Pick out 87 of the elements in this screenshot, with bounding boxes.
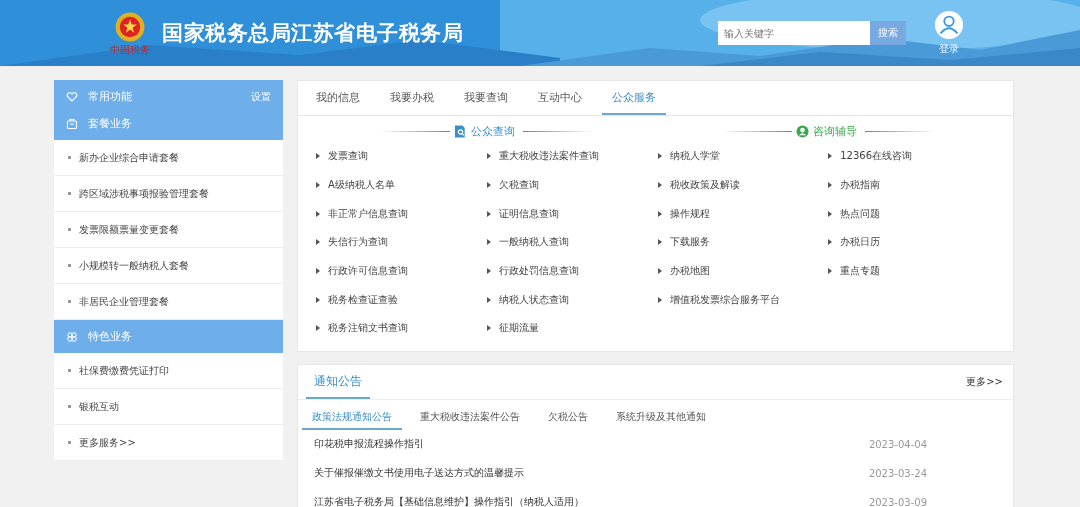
triangle-icon — [657, 153, 662, 160]
triangle-icon — [316, 210, 320, 217]
sidebar-item[interactable]: 跨区域涉税事项报验管理套餐 — [54, 176, 283, 212]
emblem-icon — [113, 10, 147, 44]
notice-link[interactable]: 印花税申报流程操作指引 — [314, 437, 424, 452]
service-link[interactable]: 12366在线咨询 — [840, 149, 913, 164]
nav-tab[interactable]: 我的信息 — [306, 81, 370, 115]
triangle-icon — [486, 182, 491, 189]
service-link[interactable]: 增值税发票综合服务平台 — [669, 292, 780, 307]
triangle-icon — [828, 182, 833, 189]
triangle-icon — [316, 296, 320, 303]
search-field[interactable]: 输入关键字 — [718, 21, 870, 45]
triangle-icon — [486, 153, 491, 160]
triangle-icon — [828, 239, 833, 246]
service-link[interactable]: 失信行为查询 — [328, 235, 388, 250]
sidebar-item[interactable]: 新办企业综合申请套餐 — [54, 140, 283, 176]
triangle-icon — [657, 296, 662, 303]
service-link[interactable]: 行政许可信息查询 — [328, 264, 408, 279]
emblem-caption: 中国税务 — [110, 44, 150, 56]
notice-date: 2023-03-09 — [868, 496, 927, 507]
sidebar-heading: 套餐业务 — [88, 116, 132, 131]
service-link[interactable]: 税务注销文书查询 — [328, 321, 408, 336]
sidebar-item[interactable]: 银税互动 — [54, 389, 283, 425]
notice-tab[interactable]: 政策法规通知公告 — [302, 405, 402, 430]
service-link[interactable]: 热点问题 — [840, 206, 881, 221]
nav-tab[interactable]: 公众服务 — [602, 81, 666, 115]
service-link[interactable]: 操作规程 — [669, 206, 710, 221]
service-link[interactable]: 证明信息查询 — [498, 206, 559, 221]
site-title: 国家税务总局江苏省电子税务局 — [162, 20, 463, 47]
service-link[interactable]: A级纳税人名单 — [328, 178, 395, 193]
service-link[interactable]: 税务检查证查验 — [328, 292, 398, 307]
sidebar-heading: 常用功能 — [88, 89, 132, 104]
service-link[interactable]: 纳税人状态查询 — [498, 292, 569, 307]
service-link[interactable]: 下载服务 — [669, 235, 710, 250]
triangle-icon — [486, 210, 491, 217]
service-link[interactable]: 欠税查询 — [498, 178, 539, 193]
bag-icon — [66, 117, 78, 130]
service-link[interactable]: 发票查询 — [328, 149, 368, 164]
service-link[interactable]: 办税指南 — [840, 178, 881, 193]
more-link[interactable]: 更多>> — [966, 374, 1003, 389]
service-link[interactable]: 非正常户信息查询 — [328, 206, 408, 221]
service-link[interactable]: 行政处罚信息查询 — [498, 264, 579, 279]
service-link[interactable]: 办税地图 — [669, 264, 710, 279]
section-heading: 咨询辅导 — [812, 123, 857, 139]
sidebar-heading: 特色业务 — [88, 329, 132, 344]
triangle-icon — [316, 182, 320, 189]
flower-icon — [66, 330, 78, 343]
triangle-icon — [828, 153, 833, 160]
triangle-icon — [657, 239, 662, 246]
triangle-icon — [657, 268, 662, 275]
triangle-icon — [657, 182, 662, 189]
sidebar-item[interactable]: 发票限额票量变更套餐 — [54, 212, 283, 248]
service-link[interactable]: 纳税人学堂 — [669, 149, 720, 164]
triangle-icon — [316, 268, 320, 275]
triangle-icon — [316, 239, 320, 246]
heart-icon — [66, 90, 78, 103]
sidebar-item[interactable]: 小规模转一般纳税人套餐 — [54, 248, 283, 284]
nav-tab[interactable]: 我要办税 — [380, 81, 444, 115]
service-link[interactable]: 一般纳税人查询 — [498, 235, 569, 250]
notice-tab[interactable]: 系统升级及其他通知 — [606, 405, 716, 430]
service-link[interactable]: 征期流量 — [498, 321, 539, 336]
user-icon[interactable] — [934, 10, 964, 40]
triangle-icon — [828, 268, 833, 275]
sidebar-item[interactable]: 社保费缴费凭证打印 — [54, 353, 283, 389]
notice-link[interactable]: 江苏省电子税务局【基础信息维护】操作指引（纳税人适用） — [314, 495, 584, 507]
notices-heading: 通知公告 — [306, 364, 370, 400]
notice-tab[interactable]: 欠税公告 — [538, 405, 598, 430]
triangle-icon — [486, 325, 491, 332]
triangle-icon — [828, 210, 833, 217]
notice-tab[interactable]: 重大税收违法案件公告 — [410, 405, 530, 430]
triangle-icon — [316, 153, 320, 160]
nav-tab[interactable]: 互动中心 — [528, 81, 592, 115]
triangle-icon — [486, 296, 491, 303]
triangle-icon — [316, 325, 320, 332]
triangle-icon — [486, 268, 491, 275]
notice-date: 2023-03-24 — [868, 467, 927, 479]
section-heading: 公众查询 — [471, 123, 516, 139]
service-link[interactable]: 办税日历 — [840, 235, 881, 250]
service-link[interactable]: 税收政策及解读 — [669, 178, 740, 193]
triangle-icon — [657, 210, 662, 217]
notice-link[interactable]: 关于催报催缴文书使用电子送达方式的温馨提示 — [314, 466, 524, 481]
nav-tab[interactable]: 我要查询 — [454, 81, 518, 115]
sidebar-item[interactable]: 更多服务>> — [54, 425, 283, 461]
service-link[interactable]: 重点专题 — [840, 264, 881, 279]
service-link[interactable]: 重大税收违法案件查询 — [498, 149, 599, 164]
triangle-icon — [486, 239, 491, 246]
notice-date: 2023-04-04 — [868, 438, 927, 450]
